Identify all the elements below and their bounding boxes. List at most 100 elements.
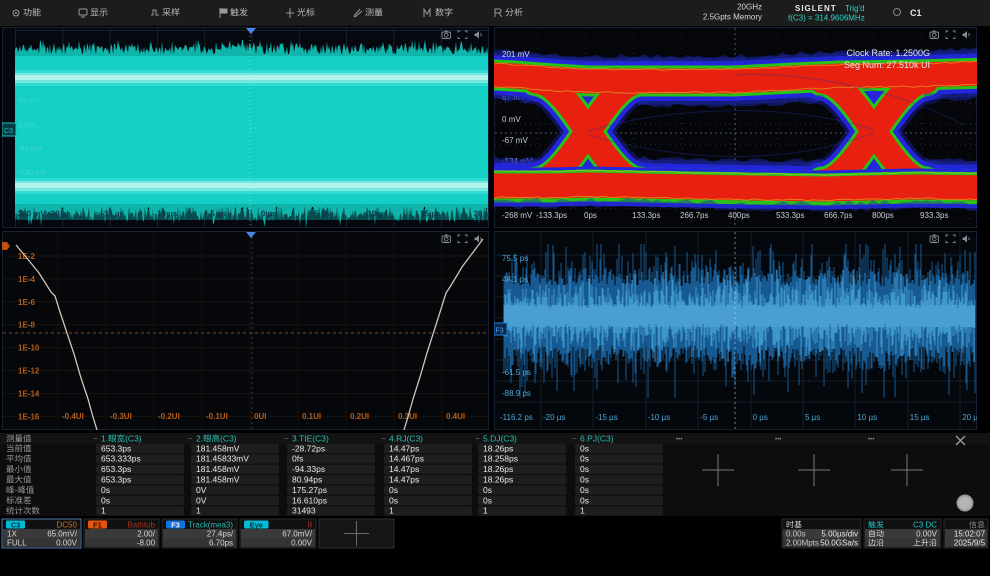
svg-text:0.1UI: 0.1UI [302, 412, 321, 421]
svg-text:1E-12: 1E-12 [18, 367, 40, 376]
svg-text:400ps: 400ps [728, 211, 750, 220]
svg-text:0s: 0s [483, 495, 492, 505]
svg-text:0.00V: 0.00V [916, 530, 938, 539]
svg-text:-20 µs: -20 µs [48, 210, 71, 219]
svg-text:0.4UI: 0.4UI [446, 412, 465, 421]
svg-text:1: 1 [101, 506, 106, 516]
svg-text:653.3ps: 653.3ps [101, 464, 131, 474]
svg-text:0 mV: 0 mV [18, 120, 36, 129]
svg-text:-8.00: -8.00 [137, 539, 156, 548]
svg-text:181.458mV: 181.458mV [196, 475, 240, 485]
svg-text:14.47ps: 14.47ps [389, 443, 419, 453]
svg-text:-0.3UI: -0.3UI [110, 412, 132, 421]
svg-text:0.2UI: 0.2UI [350, 412, 369, 421]
svg-text:1E-10: 1E-10 [18, 344, 40, 353]
svg-text:Trig'd: Trig'd [845, 4, 864, 13]
svg-text:1E-4: 1E-4 [18, 275, 35, 284]
svg-text:~: ~ [381, 435, 386, 444]
svg-text:18.26ps: 18.26ps [483, 443, 513, 453]
svg-text:2.00Mpts: 2.00Mpts [786, 539, 819, 548]
svg-text:175.27ps: 175.27ps [292, 485, 327, 495]
svg-text:-88.9 ps: -88.9 ps [502, 389, 531, 398]
svg-text:18.26ps: 18.26ps [483, 475, 513, 485]
svg-text:0.00V: 0.00V [291, 539, 313, 548]
svg-text:5.00µs/div: 5.00µs/div [821, 530, 858, 539]
svg-text:C1: C1 [910, 8, 922, 18]
svg-text:2.00/: 2.00/ [137, 530, 156, 539]
svg-text:1X: 1X [7, 530, 17, 539]
svg-text:-15 µs: -15 µs [101, 210, 124, 219]
svg-text:1E-2: 1E-2 [18, 252, 35, 261]
svg-text:933.3ps: 933.3ps [920, 211, 948, 220]
svg-text:666.7ps: 666.7ps [824, 211, 852, 220]
svg-text:1: 1 [196, 506, 201, 516]
svg-text:65 mV: 65 mV [18, 96, 40, 105]
svg-text:65.0mV/: 65.0mV/ [47, 530, 78, 539]
svg-text:Eye: Eye [250, 521, 263, 530]
svg-text:48.1 ps: 48.1 ps [502, 275, 528, 284]
svg-text:0 µs: 0 µs [261, 210, 277, 219]
svg-text:181.458mV: 181.458mV [196, 443, 240, 453]
svg-text:C3: C3 [4, 128, 13, 135]
svg-text:1: 1 [580, 506, 585, 516]
svg-text:-61.5 ps: -61.5 ps [502, 368, 531, 377]
svg-text:1.: 1. [101, 434, 108, 444]
svg-text:10 µs: 10 µs [367, 210, 388, 219]
svg-text:15 µs: 15 µs [420, 210, 441, 219]
svg-text:f(C3) = 314.9606MHz: f(C3) = 314.9606MHz [788, 14, 865, 23]
svg-text:-5 µs: -5 µs [208, 210, 227, 219]
svg-text:F3: F3 [171, 521, 180, 530]
svg-text:-10 µs: -10 µs [154, 210, 177, 219]
svg-text:18.258ps: 18.258ps [483, 454, 518, 464]
svg-text:-5 µs: -5 µs [700, 413, 718, 422]
svg-text:1E-8: 1E-8 [18, 321, 35, 330]
svg-text:(C3): (C3) [125, 434, 142, 444]
svg-text:14.467ps: 14.467ps [389, 454, 424, 464]
svg-text:0V: 0V [196, 485, 207, 495]
svg-text:SIGLENT: SIGLENT [795, 4, 837, 13]
svg-text:0s: 0s [580, 454, 589, 464]
svg-text:16.610ps: 16.610ps [292, 495, 327, 505]
svg-text:-0.1UI: -0.1UI [206, 412, 228, 421]
svg-text:533.3ps: 533.3ps [776, 211, 804, 220]
svg-text:1: 1 [389, 506, 394, 516]
svg-text:Bathtub: Bathtub [127, 521, 155, 530]
svg-text:-67 mV: -67 mV [502, 136, 528, 145]
svg-text:-116.2 ps: -116.2 ps [500, 413, 533, 422]
svg-text:67.0mV/: 67.0mV/ [282, 530, 313, 539]
svg-text:80.94ps: 80.94ps [292, 475, 322, 485]
svg-text:5.DJ(C3): 5.DJ(C3) [483, 434, 517, 444]
svg-text:-28.72ps: -28.72ps [292, 443, 325, 453]
svg-text:2025/9/5: 2025/9/5 [954, 539, 986, 548]
svg-text:27.4ps/: 27.4ps/ [207, 530, 234, 539]
svg-text:~: ~ [284, 435, 289, 444]
svg-text:0s: 0s [101, 495, 110, 505]
svg-text:-260 mV: -260 mV [15, 210, 46, 219]
svg-text:653.3ps: 653.3ps [101, 475, 131, 485]
svg-text:~: ~ [93, 435, 98, 444]
svg-text:75.5 ps: 75.5 ps [502, 254, 528, 263]
svg-text:0ps: 0ps [584, 211, 597, 220]
svg-text:133.3ps: 133.3ps [632, 211, 660, 220]
svg-text:-65 mV: -65 mV [18, 144, 42, 153]
svg-text:-0.2UI: -0.2UI [158, 412, 180, 421]
svg-text:F3: F3 [496, 328, 504, 335]
svg-text:1E-6: 1E-6 [18, 298, 35, 307]
svg-text:1E-16: 1E-16 [18, 412, 40, 421]
svg-text:0s: 0s [389, 495, 398, 505]
svg-text:6.PJ(C3): 6.PJ(C3) [580, 434, 614, 444]
svg-text:DC50: DC50 [57, 521, 78, 530]
svg-text:0s: 0s [580, 464, 589, 474]
svg-text:2.5Gpts Memory: 2.5Gpts Memory [703, 13, 762, 22]
svg-text:1E-14: 1E-14 [18, 389, 40, 398]
svg-text:•••: ••• [775, 437, 781, 443]
svg-text:5 µs: 5 µs [805, 413, 820, 422]
svg-text:20GHz: 20GHz [737, 3, 762, 12]
svg-text:0V: 0V [196, 495, 207, 505]
svg-text:800ps: 800ps [872, 211, 894, 220]
svg-text:F1: F1 [93, 521, 102, 530]
svg-text:15:02:07: 15:02:07 [954, 530, 986, 539]
svg-text:266.7ps: 266.7ps [680, 211, 708, 220]
svg-text:II: II [308, 521, 312, 530]
svg-text:0.00s: 0.00s [786, 530, 806, 539]
